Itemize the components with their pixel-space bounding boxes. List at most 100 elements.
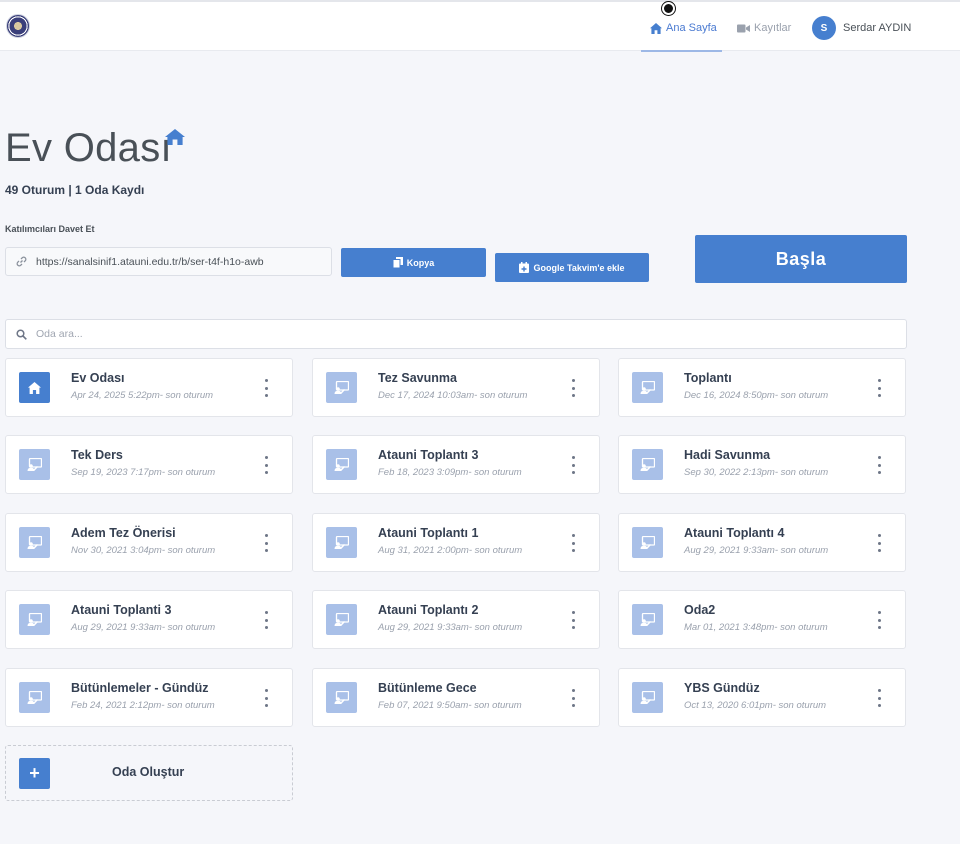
room-last-session: Aug 29, 2021 9:33am- son oturum <box>71 622 216 633</box>
room-search[interactable] <box>5 319 907 349</box>
presentation-icon <box>19 682 50 713</box>
room-last-session: Mar 01, 2021 3:48pm- son oturum <box>684 622 828 633</box>
room-card[interactable]: Adem Tez Önerisi Nov 30, 2021 3:04pm- son… <box>5 513 293 572</box>
room-last-session: Apr 24, 2025 5:22pm- son oturum <box>71 390 214 401</box>
video-camera-icon <box>737 24 750 32</box>
room-last-session: Feb 18, 2023 3:09pm- son oturum <box>378 467 522 478</box>
room-options-menu-icon[interactable] <box>567 379 579 397</box>
presentation-icon <box>19 449 50 480</box>
room-name: Atauni Toplantı 2 <box>378 603 479 617</box>
room-options-menu-icon[interactable] <box>260 534 272 552</box>
create-room-label: Oda Oluştur <box>112 765 185 779</box>
invite-label: Katılımcıları Davet Et <box>5 224 95 234</box>
room-name: Oda2 <box>684 603 716 617</box>
room-options-menu-icon[interactable] <box>567 534 579 552</box>
nav-recordings-link[interactable]: Kayıtlar <box>737 19 791 37</box>
nav-home-link[interactable]: Ana Sayfa <box>650 19 717 37</box>
presentation-icon <box>326 449 357 480</box>
search-icon <box>6 328 36 340</box>
plus-icon: + <box>19 758 50 789</box>
room-card[interactable]: Atauni Toplantı 2 Aug 29, 2021 9:33am- so… <box>312 590 600 649</box>
room-last-session: Feb 24, 2021 2:12pm- son oturum <box>71 700 215 711</box>
home-icon <box>650 22 662 34</box>
room-last-session: Sep 19, 2023 7:17pm- son oturum <box>71 467 216 478</box>
room-card[interactable]: Tez Savunma Dec 17, 2024 10:03am- son otu… <box>312 358 600 417</box>
room-name: Atauni Toplanti 3 <box>71 603 172 617</box>
room-last-session: Sep 30, 2022 2:13pm- son oturum <box>684 467 829 478</box>
calendar-plus-icon <box>519 262 530 273</box>
room-options-menu-icon[interactable] <box>873 534 885 552</box>
room-options-menu-icon[interactable] <box>873 689 885 707</box>
invite-url-input[interactable] <box>36 255 326 268</box>
room-options-menu-icon[interactable] <box>260 689 272 707</box>
room-card[interactable]: Atauni Toplantı 3 Feb 18, 2023 3:09pm- so… <box>312 435 600 494</box>
room-options-menu-icon[interactable] <box>260 611 272 629</box>
active-tab-indicator <box>641 50 722 52</box>
room-name: Atauni Toplantı 3 <box>378 448 479 462</box>
google-calendar-button-label: Google Takvim'e ekle <box>533 262 625 273</box>
room-options-menu-icon[interactable] <box>873 379 885 397</box>
room-options-menu-icon[interactable] <box>567 611 579 629</box>
copy-button[interactable]: Kopya <box>341 248 486 277</box>
invite-url-field[interactable] <box>5 247 332 276</box>
room-options-menu-icon[interactable] <box>567 456 579 474</box>
presentation-icon <box>326 682 357 713</box>
room-name: Atauni Toplantı 4 <box>684 526 785 540</box>
university-logo[interactable] <box>6 14 30 38</box>
room-name: Ev Odası <box>71 371 125 385</box>
presentation-icon <box>632 527 663 558</box>
presentation-icon <box>326 604 357 635</box>
room-name: Toplantı <box>684 371 732 385</box>
room-card[interactable]: Bütünleme Gece Feb 07, 2021 9:50am- son o… <box>312 668 600 727</box>
create-room-button[interactable]: + Oda Oluştur <box>5 745 293 801</box>
room-last-session: Aug 29, 2021 9:33am- son oturum <box>684 545 829 556</box>
start-button[interactable]: Başla <box>695 235 907 283</box>
room-last-session: Feb 07, 2021 9:50am- son oturum <box>378 700 522 711</box>
room-card[interactable]: Oda2 Mar 01, 2021 3:48pm- son oturum <box>618 590 906 649</box>
room-name: Hadi Savunma <box>684 448 771 462</box>
page-title: Ev Odası <box>5 126 172 170</box>
room-card[interactable]: Ev Odası Apr 24, 2025 5:22pm- son oturum <box>5 358 293 417</box>
home-icon <box>165 129 185 145</box>
room-stats: 49 Oturum | 1 Oda Kaydı <box>5 183 145 197</box>
room-card[interactable]: Hadi Savunma Sep 30, 2022 2:13pm- son otu… <box>618 435 906 494</box>
avatar[interactable]: S <box>812 16 836 40</box>
nav-recordings-label: Kayıtlar <box>754 22 792 34</box>
room-options-menu-icon[interactable] <box>260 379 272 397</box>
copy-icon <box>392 257 403 268</box>
room-last-session: Dec 16, 2024 8:50pm- son oturum <box>684 390 829 401</box>
room-options-menu-icon[interactable] <box>260 456 272 474</box>
room-last-session: Aug 31, 2021 2:00pm- son oturum <box>378 545 523 556</box>
room-card[interactable]: Atauni Toplanti 3 Aug 29, 2021 9:33am- so… <box>5 590 293 649</box>
room-card[interactable]: Tek Ders Sep 19, 2023 7:17pm- son oturum <box>5 435 293 494</box>
room-options-menu-icon[interactable] <box>567 689 579 707</box>
presentation-icon <box>19 527 50 558</box>
room-options-menu-icon[interactable] <box>873 611 885 629</box>
room-card[interactable]: YBS Gündüz Oct 13, 2020 6:01pm- son oturu… <box>618 668 906 727</box>
room-options-menu-icon[interactable] <box>873 456 885 474</box>
presentation-icon <box>326 372 357 403</box>
room-card[interactable]: Toplantı Dec 16, 2024 8:50pm- son oturum <box>618 358 906 417</box>
presentation-icon <box>632 682 663 713</box>
room-card[interactable]: Atauni Toplantı 4 Aug 29, 2021 9:33am- so… <box>618 513 906 572</box>
user-name[interactable]: Serdar AYDIN <box>843 22 911 34</box>
room-name: YBS Gündüz <box>684 681 760 695</box>
room-last-session: Nov 30, 2021 3:04pm- son oturum <box>71 545 216 556</box>
room-name: Atauni Toplantı 1 <box>378 526 479 540</box>
presentation-icon <box>632 372 663 403</box>
copy-button-label: Kopya <box>406 257 435 268</box>
room-name: Tek Ders <box>71 448 123 462</box>
top-navbar: Ana Sayfa Kayıtlar S Serdar AYDIN <box>0 0 960 52</box>
nav-home-label: Ana Sayfa <box>666 22 717 34</box>
room-card[interactable]: Atauni Toplantı 1 Aug 31, 2021 2:00pm- so… <box>312 513 600 572</box>
google-calendar-button[interactable]: Google Takvim'e ekle <box>495 253 649 282</box>
link-icon <box>6 256 36 267</box>
room-name: Bütünlemeler - Gündüz <box>71 681 209 695</box>
room-name: Tez Savunma <box>378 371 457 385</box>
presentation-icon <box>19 604 50 635</box>
room-last-session: Oct 13, 2020 6:01pm- son oturum <box>684 700 827 711</box>
room-card[interactable]: Bütünlemeler - Gündüz Feb 24, 2021 2:12pm… <box>5 668 293 727</box>
room-name: Bütünleme Gece <box>378 681 477 695</box>
search-input[interactable] <box>36 328 886 340</box>
cursor-indicator-icon <box>662 2 675 15</box>
